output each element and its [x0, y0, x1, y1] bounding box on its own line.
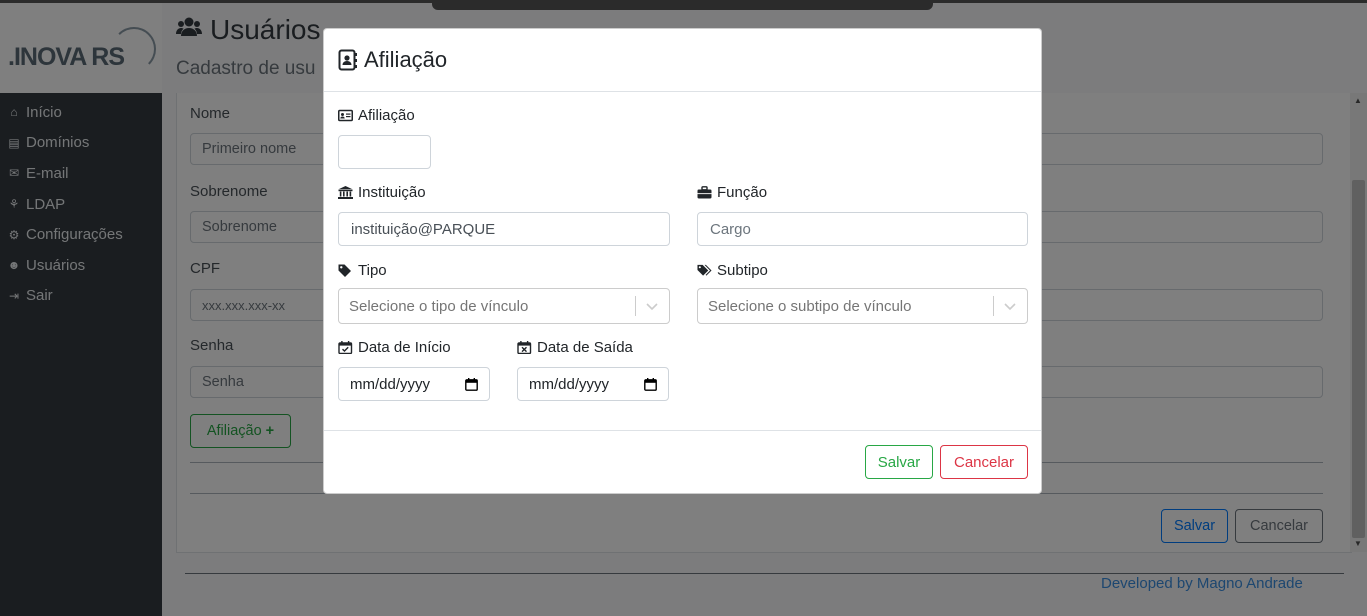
subtipo-select[interactable]: Selecione o subtipo de vínculo: [697, 288, 1028, 324]
select-separator: [993, 296, 994, 316]
calendar-check-icon: [338, 341, 353, 354]
tags-icon: [697, 264, 712, 276]
chevron-down-icon[interactable]: [1002, 298, 1018, 314]
funcao-input[interactable]: Cargo: [697, 212, 1028, 246]
afiliacao-label: Afiliação: [338, 107, 415, 124]
university-icon: [338, 186, 353, 199]
address-book-icon: [338, 49, 357, 71]
afiliacao-modal: Afiliação Afiliação Instituição institui…: [323, 28, 1042, 494]
window-notch: [432, 0, 933, 10]
id-card-icon: [338, 109, 353, 122]
tipo-label: Tipo: [338, 262, 387, 279]
calendar-times-icon: [517, 341, 532, 354]
subtipo-label: Subtipo: [697, 262, 768, 279]
briefcase-icon: [697, 186, 712, 199]
data-inicio-input[interactable]: mm/dd/yyyy: [338, 367, 490, 401]
data-saida-label: Data de Saída: [517, 339, 633, 356]
calendar-icon[interactable]: [644, 377, 657, 391]
modal-footer-divider: [324, 430, 1041, 431]
modal-cancel-button[interactable]: Cancelar: [940, 445, 1028, 479]
data-saida-input[interactable]: mm/dd/yyyy: [517, 367, 669, 401]
afiliacao-input[interactable]: [338, 135, 431, 169]
funcao-label: Função: [697, 184, 767, 201]
select-separator: [635, 296, 636, 316]
modal-title: Afiliação: [338, 47, 447, 73]
instituicao-input[interactable]: instituição@PARQUE: [338, 212, 670, 246]
chevron-down-icon[interactable]: [644, 298, 660, 314]
modal-header: Afiliação: [324, 29, 1041, 92]
instituicao-label: Instituição: [338, 184, 426, 201]
calendar-icon[interactable]: [465, 377, 478, 391]
data-inicio-label: Data de Início: [338, 339, 451, 356]
modal-save-button[interactable]: Salvar: [865, 445, 933, 479]
tipo-select[interactable]: Selecione o tipo de vínculo: [338, 288, 670, 324]
tag-icon: [338, 264, 351, 277]
